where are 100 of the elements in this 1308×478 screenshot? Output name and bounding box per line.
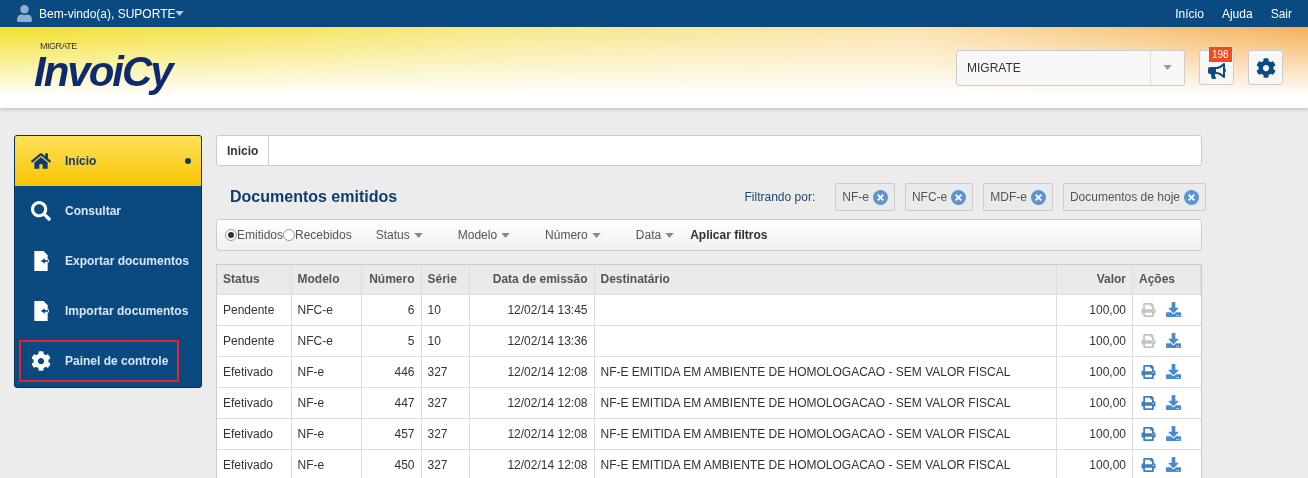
document-arrow-icon xyxy=(31,251,51,271)
table-cell: 100,00 xyxy=(1056,356,1133,387)
table-cell: 327 xyxy=(421,387,469,418)
top-link[interactable]: Sair xyxy=(1270,4,1292,23)
column-header: Status xyxy=(217,265,291,294)
table-cell: NF-E EMITIDA EM AMBIENTE DE HOMOLOGACAO - SEM VALOR FISCAL xyxy=(594,387,1057,418)
table-cell: NFC-e xyxy=(291,325,361,356)
table-cell: 12/02/14 12:08 xyxy=(469,356,594,387)
print-icon[interactable] xyxy=(1141,395,1156,410)
table-cell: Pendente xyxy=(217,294,291,325)
print-icon[interactable] xyxy=(1141,457,1156,472)
column-header: Data de emissão xyxy=(469,265,594,294)
table-cell: 12/02/14 13:45 xyxy=(469,294,594,325)
table-cell: NF-E EMITIDA EM AMBIENTE DE HOMOLOGACAO - SEM VALOR FISCAL xyxy=(594,418,1057,449)
table-cell: Efetivado xyxy=(217,418,291,449)
radio-button[interactable] xyxy=(225,229,237,241)
caret-icon xyxy=(175,11,185,16)
column-header: Valor xyxy=(1056,265,1133,294)
sidebar-item[interactable]: Exportar documentos xyxy=(15,236,201,286)
table-cell: NF-E EMITIDA EM AMBIENTE DE HOMOLOGACAO - SEM VALOR FISCAL xyxy=(594,449,1057,478)
settings-icon xyxy=(31,351,51,371)
notification-count: 198 xyxy=(1209,47,1232,62)
filter-tag-label: NF-e xyxy=(842,189,869,206)
filter-tag-label: NFC-e xyxy=(911,189,948,206)
radio-option[interactable]: Emitidos xyxy=(225,226,283,244)
breadcrumb-item[interactable]: Inicio xyxy=(217,136,270,165)
sidebar-label: Importar documentos xyxy=(65,303,189,320)
sidebar-item[interactable]: Importar documentos xyxy=(15,286,201,336)
table-cell: 327 xyxy=(421,356,469,387)
column-header: Ações xyxy=(1132,265,1201,294)
table-cell: 450 xyxy=(361,449,421,478)
download-icon[interactable] xyxy=(1166,426,1181,441)
table-cell: 446 xyxy=(361,356,421,387)
column-header: Destinatário xyxy=(594,265,1057,294)
download-icon[interactable] xyxy=(1166,302,1181,317)
megaphone-icon xyxy=(1207,61,1226,80)
print-icon[interactable] xyxy=(1141,426,1156,441)
company-select[interactable]: MIGRATE xyxy=(956,49,1185,86)
top-link[interactable]: Início xyxy=(1175,4,1204,23)
print-icon[interactable] xyxy=(1141,364,1156,379)
select-value: MIGRATE xyxy=(966,59,1022,77)
table-cell: 457 xyxy=(361,418,421,449)
download-icon[interactable] xyxy=(1166,457,1181,473)
logo-small-text: MIGRATE xyxy=(40,42,78,51)
table-cell: NF-e xyxy=(291,418,361,449)
filter-dropdown[interactable]: Modelo xyxy=(457,226,511,244)
radio-option[interactable]: Recebidos xyxy=(283,226,352,244)
table-cell: 6 xyxy=(361,294,421,325)
caret-icon xyxy=(1163,65,1172,70)
user-icon xyxy=(16,5,33,22)
download-icon[interactable] xyxy=(1166,333,1181,348)
table-cell: 10 xyxy=(421,325,469,356)
filter-dropdown[interactable]: Status xyxy=(375,226,423,244)
table-cell: 447 xyxy=(361,387,421,418)
filter-tag-label: Documentos de hoje xyxy=(1069,189,1180,206)
close-icon[interactable] xyxy=(1030,189,1046,205)
home-icon xyxy=(31,151,51,171)
close-icon[interactable] xyxy=(1184,189,1199,205)
sidebar-item[interactable]: Início xyxy=(15,136,201,186)
column-header: Série xyxy=(421,265,469,294)
caret-icon xyxy=(501,232,511,238)
table-cell: 12/02/14 12:08 xyxy=(469,449,594,478)
table-cell: Efetivado xyxy=(217,387,291,418)
table-cell: 327 xyxy=(421,418,469,449)
notifications-button[interactable]: 198 xyxy=(1199,50,1234,85)
radio-button[interactable] xyxy=(283,229,295,241)
table-cell: 10 xyxy=(421,294,469,325)
settings-icon xyxy=(1255,57,1276,78)
table-cell: 100,00 xyxy=(1056,294,1133,325)
table-cell: NFC-e xyxy=(291,294,361,325)
page-title: Documentos emitidos xyxy=(230,187,398,207)
table-cell: 100,00 xyxy=(1056,449,1133,478)
table-cell: 12/02/14 12:08 xyxy=(469,418,594,449)
table-cell: 100,00 xyxy=(1056,325,1133,356)
table-cell: 12/02/14 13:36 xyxy=(469,325,594,356)
filter-label: Filtrando por: xyxy=(744,189,816,206)
download-icon[interactable] xyxy=(1166,395,1181,410)
caret-icon xyxy=(665,232,675,238)
table-cell: Pendente xyxy=(217,325,291,356)
column-header: Número xyxy=(361,265,421,294)
table-cell: NF-e xyxy=(291,356,361,387)
filter-dropdown[interactable]: Data xyxy=(635,226,675,244)
settings-button[interactable] xyxy=(1248,50,1283,85)
sidebar-label: Consultar xyxy=(65,203,121,220)
table-cell: NF-E EMITIDA EM AMBIENTE DE HOMOLOGACAO - SEM VALOR FISCAL xyxy=(594,356,1057,387)
close-icon[interactable] xyxy=(951,189,967,205)
table-cell: 100,00 xyxy=(1056,387,1133,418)
sidebar-label: Exportar documentos xyxy=(65,253,190,270)
column-header: Modelo xyxy=(291,265,361,294)
table-cell: NF-e xyxy=(291,449,361,478)
sidebar-label: Painel de controle xyxy=(65,353,169,370)
table-cell: Efetivado xyxy=(217,356,291,387)
welcome-menu[interactable]: Bem-vindo(a), SUPORTE xyxy=(39,4,185,23)
close-icon[interactable] xyxy=(872,189,888,205)
table-cell: 100,00 xyxy=(1056,418,1133,449)
filter-dropdown[interactable]: Número xyxy=(545,226,601,244)
sidebar-item[interactable]: Consultar xyxy=(15,186,201,236)
apply-filters-button[interactable]: Aplicar filtros xyxy=(690,226,768,244)
download-icon[interactable] xyxy=(1166,364,1181,379)
top-link[interactable]: Ajuda xyxy=(1221,4,1253,23)
